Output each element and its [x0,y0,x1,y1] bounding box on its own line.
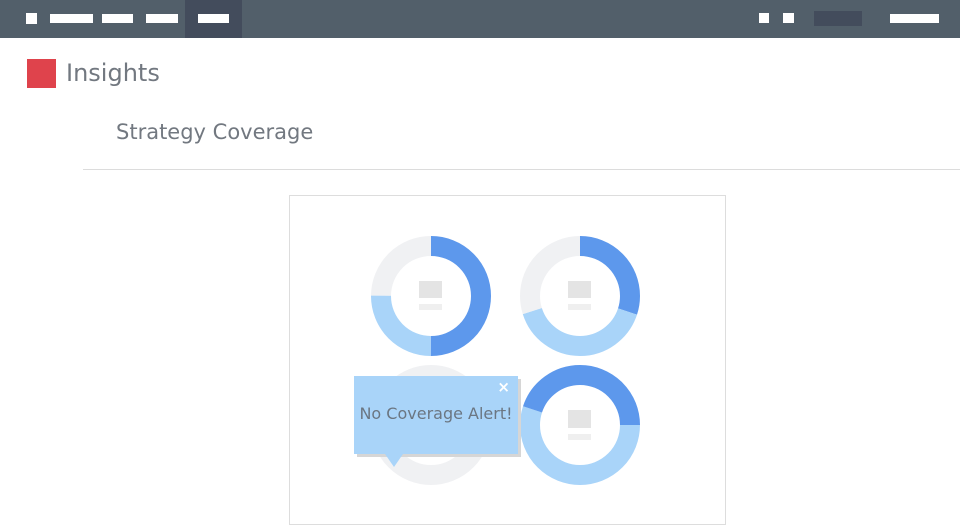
top-navigation-bar [0,0,960,38]
section-divider [83,169,960,170]
nav-item-3[interactable] [146,14,178,23]
alert-message: No Coverage Alert! [359,404,513,423]
no-coverage-alert: × No Coverage Alert! [354,376,518,454]
donut-4-placeholder [568,410,591,428]
donut-2-placeholder [568,281,591,298]
donut-4-placeholder-line [568,434,591,440]
top-user-label[interactable] [890,14,939,23]
alert-pointer [385,454,403,467]
donut-2-placeholder-line [568,304,591,310]
section-title: Strategy Coverage [116,120,314,144]
nav-item-1[interactable] [50,14,93,23]
top-user-pill[interactable] [814,11,862,26]
donut-1-placeholder-line [419,304,442,310]
donut-1-placeholder [419,281,442,298]
square-icon[interactable] [759,13,769,23]
brand-logo-icon [27,59,56,88]
page-title: Insights [66,59,160,87]
nav-item-4-label [198,14,229,23]
square-icon[interactable] [783,13,794,23]
close-icon[interactable]: × [497,379,510,395]
coverage-card [289,195,726,525]
menu-icon[interactable] [26,13,37,24]
nav-item-2[interactable] [102,14,133,23]
nav-item-active[interactable] [185,0,242,38]
